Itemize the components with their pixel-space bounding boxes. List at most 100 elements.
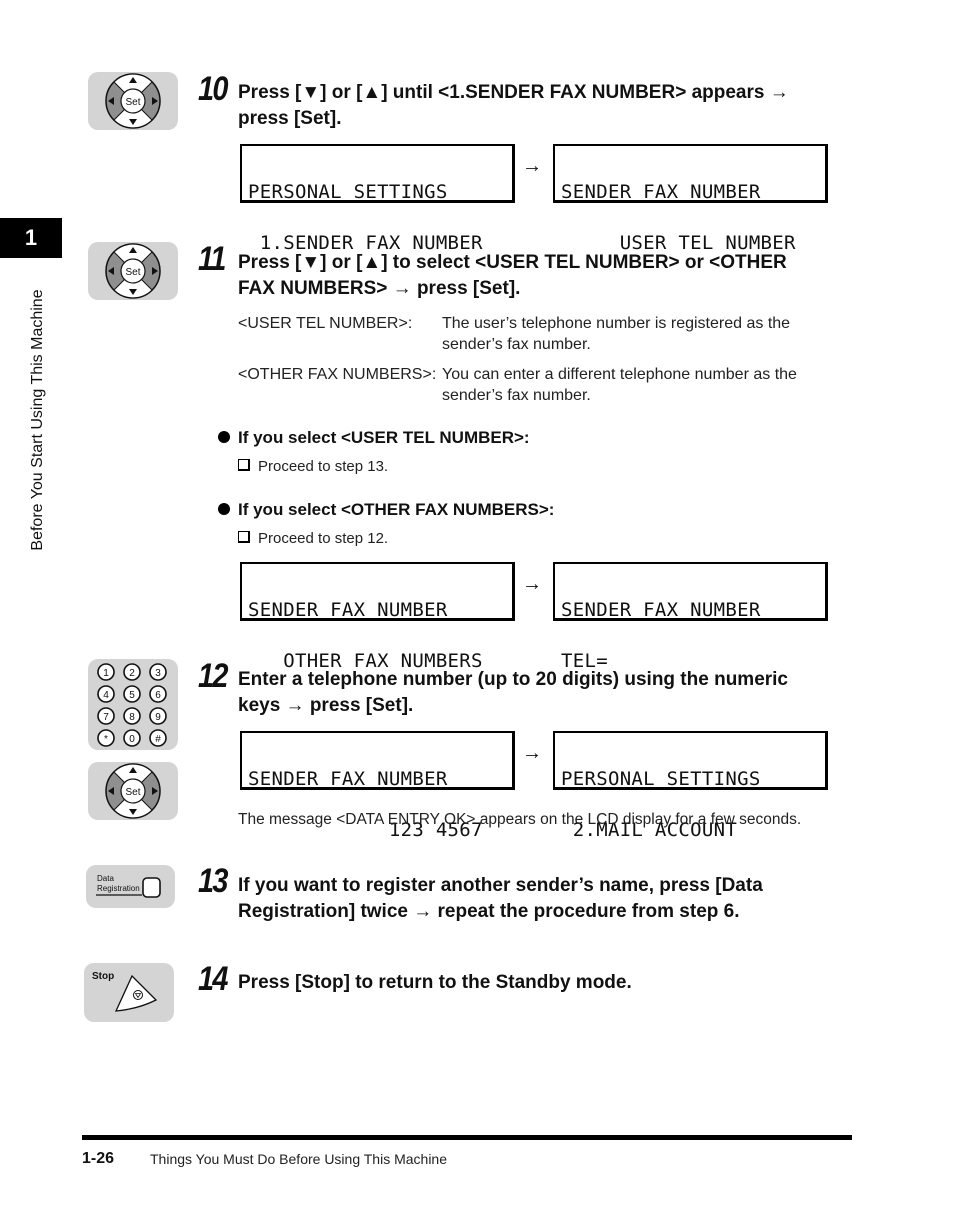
page-number: 1-26 [82,1150,115,1167]
keypad-key: 7 [97,707,115,725]
step-heading-line: FAX NUMBERS> → press [Set]. [238,278,521,299]
numeric-keypad-icon-panel: 1 2 3 4 5 6 7 8 9 * 0 # [88,659,178,750]
branch-action: Proceed to step 13. [238,458,388,475]
branch-action-text: Proceed to step 12. [258,530,389,547]
keypad-key: 0 [123,729,141,747]
stop-label: Stop [92,971,114,982]
step-heading: Press [▼] or [▲] to select <USER TEL NUM… [238,250,838,302]
option-description-line: You can enter a different telephone numb… [442,366,797,383]
step-heading: Press [▼] or [▲] until <1.SENDER FAX NUM… [238,80,838,132]
keypad-key-label: 8 [129,712,135,723]
keypad-key-label: 0 [129,734,135,745]
keypad-key-label: 3 [155,668,161,679]
branch-heading: If you select <USER TEL NUMBER>: [218,428,530,448]
keypad-key: 3 [149,663,167,681]
step-heading-line: press [Set]. [238,108,342,129]
keypad-key-label: 7 [103,712,109,723]
dpad-icon: Set [105,243,161,299]
keypad-key: 5 [123,685,141,703]
option-description: The user’s telephone number is registere… [442,313,842,355]
lcd-line: PERSONAL SETTINGS [248,181,448,203]
option-term: <OTHER FAX NUMBERS>: [238,366,437,383]
option-term: <USER TEL NUMBER>: [238,315,413,332]
arrow-icon: → [522,155,542,177]
keypad-key-label: 6 [155,690,161,701]
step-heading-line: Press [▼] or [▲] until <1.SENDER FAX NUM… [238,82,789,103]
keypad-key: 4 [97,685,115,703]
step-heading-line: keys → press [Set]. [238,695,414,716]
step-number: 11 [198,240,226,278]
checkbox-bullet-icon [238,459,250,471]
arrow-icon: → [522,742,542,764]
bullet-icon [218,431,230,443]
keypad-key: 9 [149,707,167,725]
lcd-line: SENDER FAX NUMBER [248,768,448,790]
data-registration-icon-panel: Data Registration [86,865,175,908]
keypad-key: # [149,729,167,747]
keypad-key: 1 [97,663,115,681]
data-registration-key-icon: Data Registration [96,874,161,898]
keypad-key-label: * [104,734,108,745]
option-description: You can enter a different telephone numb… [442,364,842,406]
step-number: 12 [198,657,228,695]
footer-rule [82,1135,852,1140]
step-heading: Press [Stop] to return to the Standby mo… [238,970,838,996]
numeric-keypad-icon: 1 2 3 4 5 6 7 8 9 * 0 # [97,663,167,747]
dpad-icon: Set [105,763,161,819]
lcd-line: SENDER FAX NUMBER [561,181,761,203]
set-label: Set [125,97,140,108]
option-description-line: sender’s fax number. [442,336,591,353]
lcd-line: SENDER FAX NUMBER [561,599,761,621]
stop-icon-panel: Stop [84,963,174,1022]
arrow-icon: → [522,573,542,595]
keypad-key-label: 9 [155,712,161,723]
bullet-icon [218,503,230,515]
step-heading-line: Press [▼] or [▲] to select <USER TEL NUM… [238,252,787,273]
keypad-key: 6 [149,685,167,703]
set-dpad-icon-panel: Set [88,242,178,300]
lcd-display-before: SENDER FAX NUMBER OTHER FAX NUMBERS [240,562,515,671]
option-description-line: sender’s fax number. [442,387,591,404]
data-registration-label: Registration [97,884,140,893]
chapter-tab: 1 [0,218,62,258]
set-label: Set [125,787,140,798]
step-heading: If you want to register another sender’s… [238,873,838,925]
lcd-display-after: SENDER FAX NUMBER USER TEL NUMBER [553,144,828,253]
step-heading-line: Enter a telephone number (up to 20 digit… [238,669,788,690]
branch-heading: If you select <OTHER FAX NUMBERS>: [218,500,554,520]
set-dpad-icon-panel: Set [88,72,178,130]
stop-key-icon: Stop [92,971,158,1012]
step-number: 10 [198,70,228,108]
set-label: Set [125,267,140,278]
lcd-display-before: PERSONAL SETTINGS 1.SENDER FAX NUMBER [240,144,515,253]
lcd-display-after: SENDER FAX NUMBER TEL= [553,562,828,671]
lcd-line: SENDER FAX NUMBER [248,599,448,621]
branch-heading-text: If you select <OTHER FAX NUMBERS>: [238,500,555,519]
lcd-line: PERSONAL SETTINGS [561,768,761,790]
step-number: 13 [198,862,228,900]
step-number: 14 [198,960,228,998]
keypad-key: 2 [123,663,141,681]
chapter-side-title: Before You Start Using This Machine [29,289,46,551]
branch-heading-text: If you select <USER TEL NUMBER>: [238,428,530,447]
step-note: The message <DATA ENTRY OK> appears on t… [238,811,802,828]
keypad-key: 8 [123,707,141,725]
step-heading-line: If you want to register another sender’s… [238,875,763,896]
branch-action: Proceed to step 12. [238,530,388,547]
keypad-key-label: 5 [129,690,135,701]
step-heading-line: Registration] twice → repeat the procedu… [238,901,740,922]
keypad-key-label: 1 [103,668,109,679]
keypad-key-label: # [155,734,161,745]
branch-action-text: Proceed to step 13. [258,458,389,475]
keypad-key: * [97,729,115,747]
dpad-icon: Set [105,73,161,129]
data-registration-label: Data [97,874,114,883]
option-description-line: The user’s telephone number is registere… [442,315,791,332]
footer-section-title: Things You Must Do Before Using This Mac… [150,1151,448,1167]
keypad-key-label: 2 [129,668,135,679]
set-dpad-icon-panel: Set [88,762,178,820]
step-heading: Enter a telephone number (up to 20 digit… [238,667,858,719]
lcd-display-before: SENDER FAX NUMBER 123 4567 [240,731,515,840]
keypad-key-label: 4 [103,690,109,701]
step-heading-line: Press [Stop] to return to the Standby mo… [238,972,632,993]
